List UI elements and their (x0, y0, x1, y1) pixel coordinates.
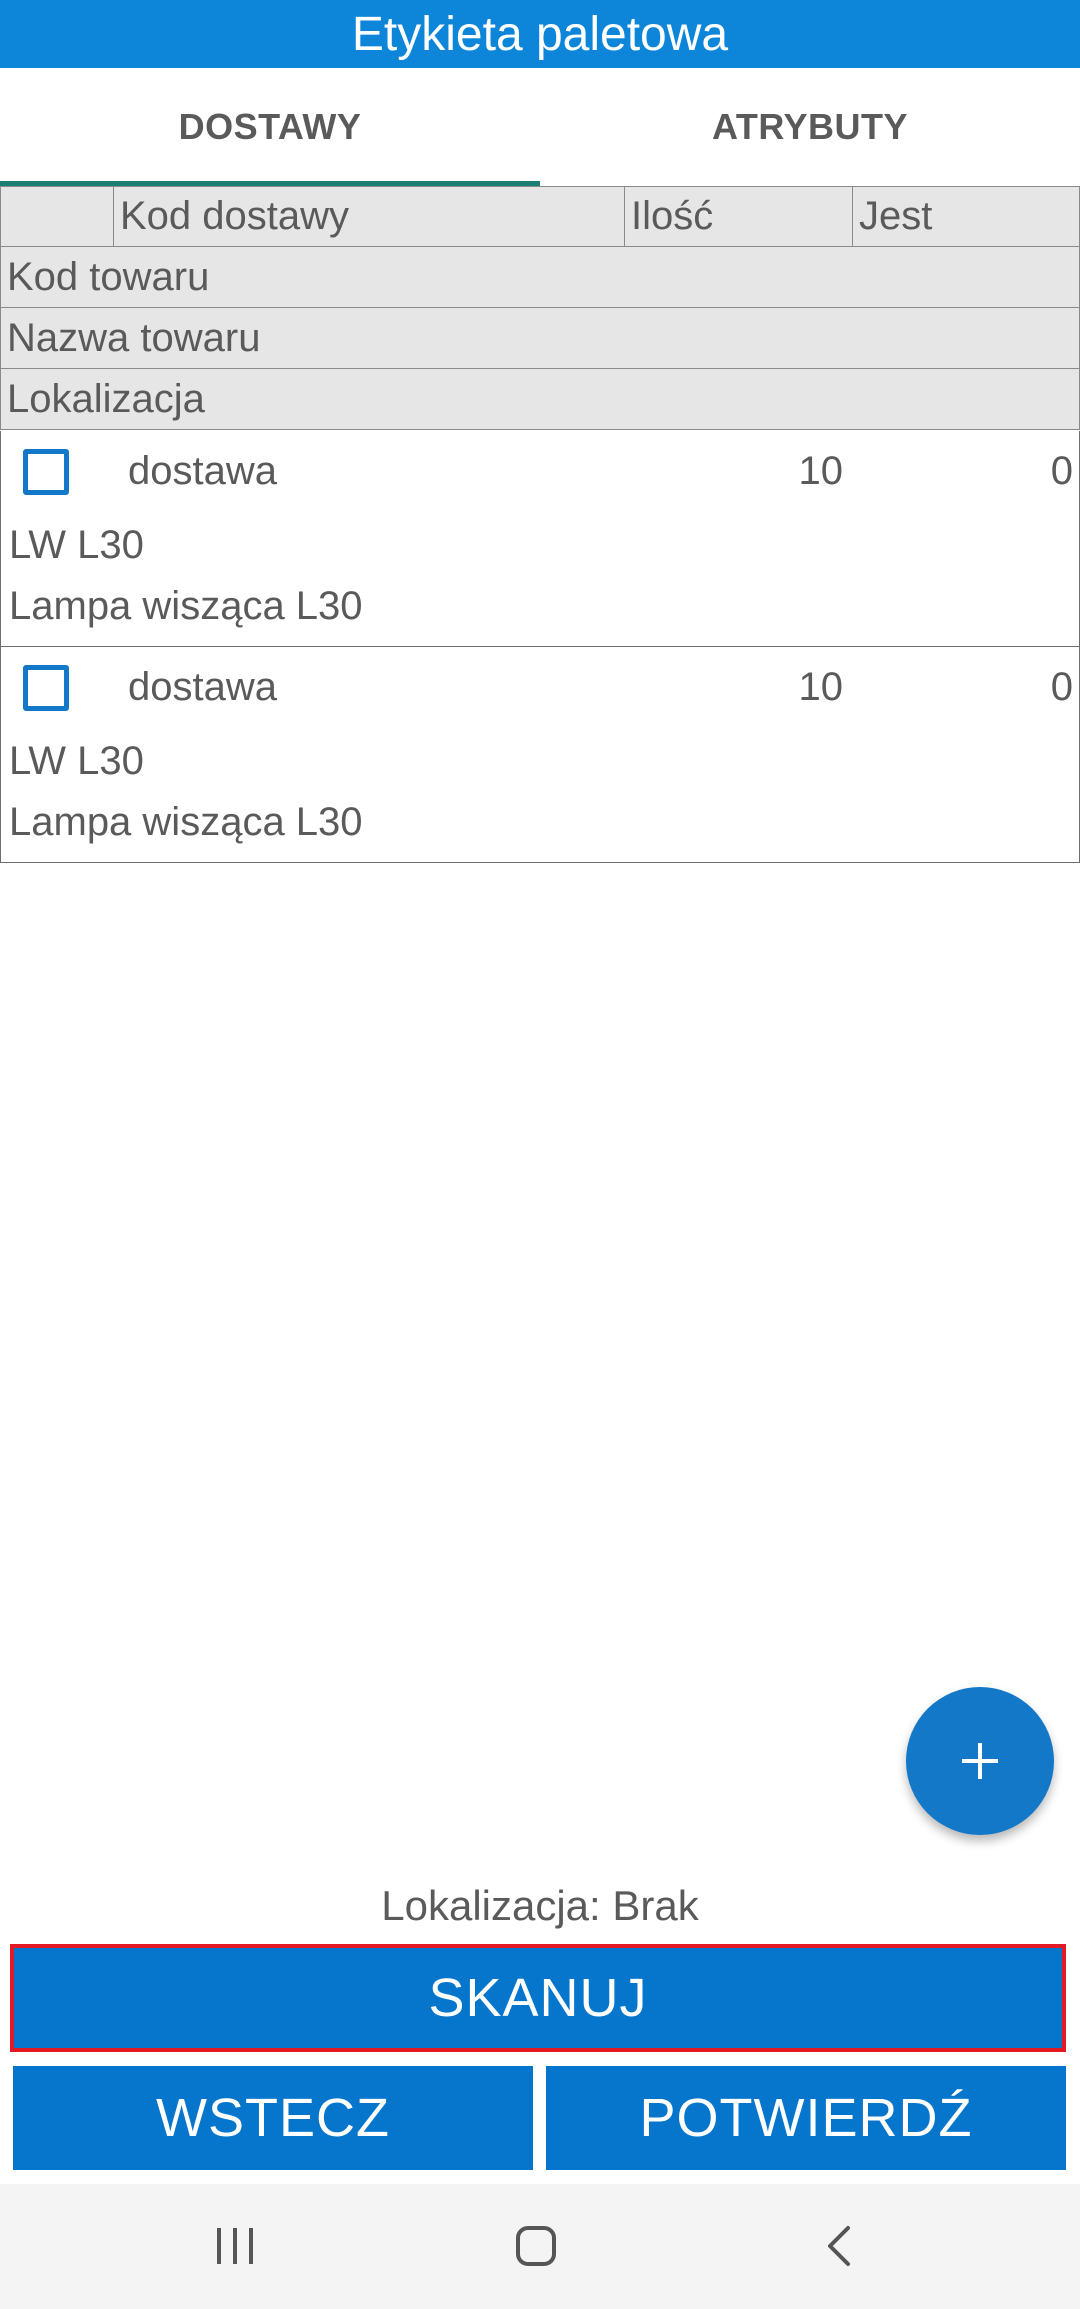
location-status: Lokalizacja: Brak (0, 1876, 1080, 1936)
column-header-kod-towaru: Kod towaru (7, 254, 210, 299)
column-header-nazwa-towaru: Nazwa towaru (7, 315, 261, 360)
add-button[interactable] (906, 1687, 1054, 1835)
grid-header: Kod dostawy Ilość Jest Kod towaru Nazwa … (0, 186, 1080, 430)
item-kod-towaru: LW L30 (9, 739, 144, 783)
item-ilosc: 10 (798, 665, 844, 709)
app-title: Etykieta paletowa (351, 7, 729, 61)
back-button[interactable]: WSTECZ (13, 2066, 533, 2170)
scan-button-label: SKANUJ (428, 1968, 648, 2028)
item-kod-dostawy: dostawa (128, 665, 277, 709)
grid-header-row-kod-towaru: Kod towaru (0, 247, 1080, 308)
column-header-select (1, 187, 114, 246)
list-item[interactable]: dostawa 10 0 LW L30 Lampa wisząca L30 (0, 647, 1080, 863)
tab-bar: DOSTAWY ATRYBUTY (0, 68, 1080, 186)
system-navigation-bar (0, 2184, 1080, 2309)
item-ilosc: 10 (798, 449, 844, 493)
confirm-button-label: POTWIERDŹ (639, 2088, 973, 2148)
tab-dostawy-label: DOSTAWY (178, 106, 362, 147)
item-checkbox[interactable] (23, 449, 69, 495)
plus-icon (962, 1743, 998, 1779)
scan-button[interactable]: SKANUJ (10, 1944, 1066, 2052)
column-header-jest: Jest (859, 194, 933, 238)
home-icon[interactable] (506, 2216, 566, 2276)
tab-dostawy[interactable]: DOSTAWY (0, 68, 540, 186)
column-header-lokalizacja: Lokalizacja (7, 376, 205, 421)
item-jest: 0 (1050, 449, 1073, 493)
item-checkbox[interactable] (23, 665, 69, 711)
column-header-kod-dostawy: Kod dostawy (114, 187, 625, 246)
item-kod-towaru: LW L30 (9, 523, 144, 567)
column-header-ilosc: Ilość (625, 187, 853, 246)
grid-header-row-lokalizacja: Lokalizacja (0, 369, 1080, 430)
item-kod-dostawy: dostawa (128, 449, 277, 493)
grid-header-row-main: Kod dostawy Ilość Jest (0, 186, 1080, 247)
back-button-label: WSTECZ (156, 2088, 390, 2148)
location-status-text: Lokalizacja: Brak (381, 1882, 699, 1929)
confirm-button[interactable]: POTWIERDŹ (546, 2066, 1066, 2170)
list-item[interactable]: dostawa 10 0 LW L30 Lampa wisząca L30 (0, 431, 1080, 647)
item-nazwa-towaru: Lampa wisząca L30 (9, 584, 363, 628)
tab-atrybuty[interactable]: ATRYBUTY (540, 68, 1080, 186)
tab-atrybuty-label: ATRYBUTY (712, 106, 908, 147)
item-nazwa-towaru: Lampa wisząca L30 (9, 800, 363, 844)
app-title-bar: Etykieta paletowa (0, 0, 1080, 68)
grid-header-row-nazwa-towaru: Nazwa towaru (0, 308, 1080, 369)
delivery-list: dostawa 10 0 LW L30 Lampa wisząca L30 do… (0, 431, 1080, 863)
recent-apps-icon[interactable] (205, 2216, 265, 2276)
item-jest: 0 (1050, 665, 1073, 709)
back-icon[interactable] (810, 2216, 870, 2276)
